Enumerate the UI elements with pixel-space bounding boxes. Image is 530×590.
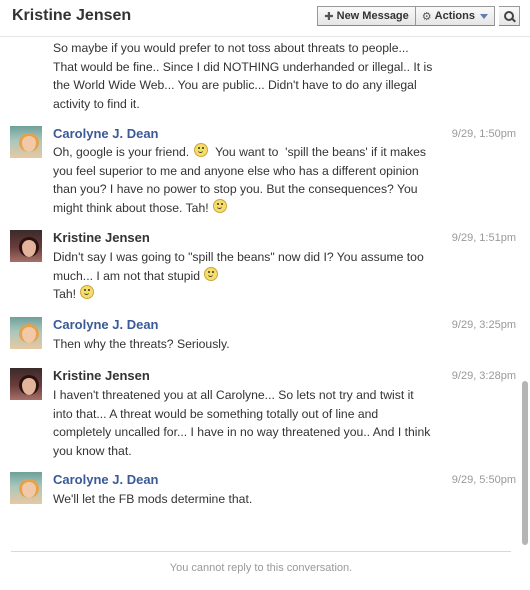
message-line: We'll let the FB mods determine that.: [53, 492, 253, 506]
divider: [11, 551, 511, 552]
gear-icon: ⚙: [421, 10, 432, 23]
message-line-part: You want to 'spill the beans' if it make…: [208, 145, 426, 159]
message-timestamp: 9/29, 5:50pm: [451, 474, 516, 486]
message-text: Then why the threats? Seriously.: [53, 335, 463, 354]
author-name[interactable]: Carolyne J. Dean: [53, 472, 159, 487]
message-line-part: might think about those. Tah!: [53, 200, 209, 215]
avatar[interactable]: [10, 317, 42, 349]
author-name[interactable]: Carolyne J. Dean: [53, 317, 159, 332]
message-line: much... I am not that stupid: [53, 266, 463, 286]
message-text: Didn't say I was going to "spill the bea…: [53, 248, 463, 304]
avatar[interactable]: [10, 126, 42, 158]
message-line: you feel superior to me and anyone else …: [53, 163, 419, 178]
message-line: than you? I have no power to stop you. B…: [53, 182, 418, 196]
conversation-header: Kristine Jensen ✚ New Message ⚙ Actions: [0, 0, 530, 37]
message-line: completely uncalled for... I have in no …: [53, 425, 431, 439]
message-line: Oh, google is your friend. You want to '…: [53, 143, 463, 162]
author-name[interactable]: Carolyne J. Dean: [53, 126, 159, 141]
message-line-part: Tah!: [53, 287, 77, 301]
avatar[interactable]: [10, 472, 42, 504]
message-timestamp: 9/29, 1:50pm: [451, 128, 516, 140]
message-line: Didn't say I was going to "spill the bea…: [53, 250, 424, 264]
new-message-button[interactable]: ✚ New Message: [317, 6, 416, 26]
message-line-part: Oh, google is your friend.: [53, 145, 190, 159]
avatar[interactable]: [10, 230, 42, 262]
avatar[interactable]: [10, 368, 42, 400]
message-text: Oh, google is your friend. You want to '…: [53, 143, 463, 217]
message-line: Tah!: [53, 285, 463, 304]
author-name[interactable]: Kristine Jensen: [53, 368, 150, 383]
smiley-icon: [80, 285, 95, 299]
actions-label: Actions: [434, 10, 475, 22]
message-line: you know that.: [53, 443, 132, 458]
message-text: I haven't threatened you at all Carolyne…: [53, 386, 463, 460]
header-toolbar: ✚ New Message ⚙ Actions: [317, 6, 520, 26]
actions-button[interactable]: ⚙ Actions: [415, 6, 495, 26]
scrollbar[interactable]: [522, 36, 528, 546]
message-line: Then why the threats? Seriously.: [53, 337, 230, 351]
message-timestamp: 9/29, 1:51pm: [451, 232, 516, 244]
message-timestamp: 9/29, 3:25pm: [451, 319, 516, 331]
smiley-icon: [213, 198, 227, 213]
message-line: the World Wide Web... You are public... …: [53, 78, 417, 92]
author-name[interactable]: Kristine Jensen: [53, 230, 150, 245]
new-message-label: New Message: [336, 10, 409, 22]
smiley-icon: [204, 266, 219, 281]
message-timestamp: 9/29, 3:28pm: [451, 370, 516, 382]
message-line: So maybe if you would prefer to not toss…: [53, 41, 409, 55]
scrollbar-thumb[interactable]: [522, 381, 528, 545]
search-icon: [504, 11, 514, 21]
message-line: That would be fine.. Since I did NOTHING…: [53, 59, 433, 74]
plus-icon: ✚: [324, 10, 334, 23]
chevron-down-icon: [480, 14, 488, 19]
smiley-icon: [193, 143, 208, 157]
message-text: We'll let the FB mods determine that.: [53, 490, 463, 509]
message-line: activity to find it.: [53, 96, 140, 111]
message-line: I haven't threatened you at all Carolyne…: [53, 388, 414, 402]
message-line: into that... A threat would be something…: [53, 406, 379, 421]
reply-disabled-notice: You cannot reply to this conversation.: [169, 562, 353, 574]
message-text: So maybe if you would prefer to not toss…: [53, 39, 463, 113]
search-button[interactable]: [499, 6, 520, 26]
message-line: might think about those. Tah!: [53, 198, 463, 218]
message-line-part: much... I am not that stupid: [53, 268, 200, 283]
conversation-title: Kristine Jensen: [12, 7, 132, 24]
